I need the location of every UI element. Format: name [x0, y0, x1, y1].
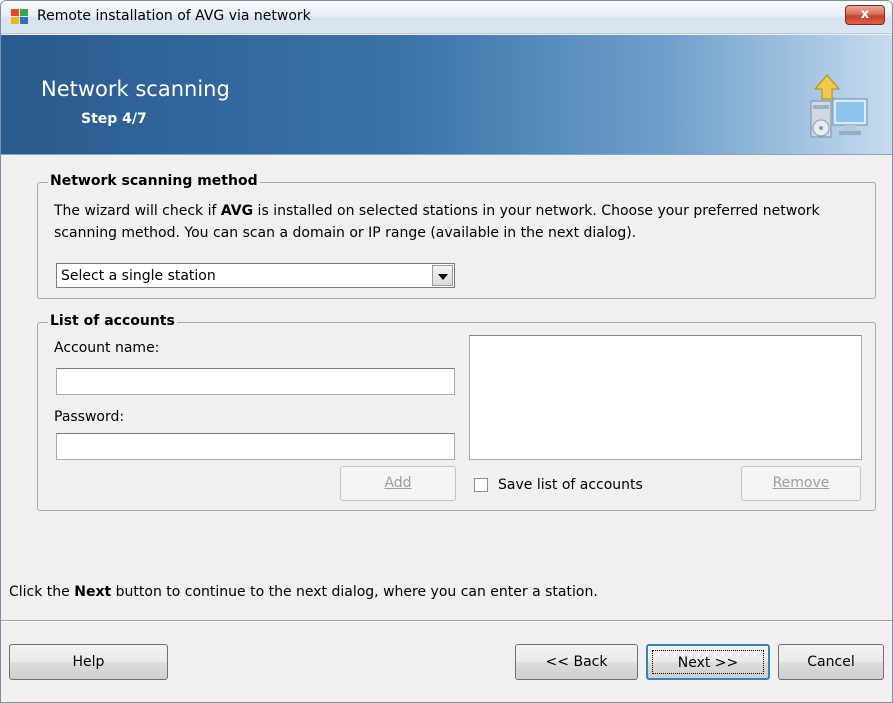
help-button-label: Help [72, 654, 105, 670]
window-title: Remote installation of AVG via network [37, 8, 311, 24]
next-focus-rect: Next >> [652, 650, 764, 674]
scan-method-description: The wizard will check if AVG is installe… [54, 200, 854, 244]
accounts-listbox[interactable] [469, 335, 862, 460]
header-banner: Network scanning Step 4/7 [1, 35, 892, 154]
add-button-label: Add [384, 475, 412, 491]
account-name-label: Account name: [54, 340, 160, 356]
wizard-window: Remote installation of AVG via network x… [0, 0, 893, 703]
computer-install-icon [810, 74, 868, 138]
title-bar[interactable]: Remote installation of AVG via network x [1, 1, 892, 34]
banner-divider [1, 154, 892, 155]
scan-method-selected: Select a single station [61, 268, 216, 284]
accounts-legend: List of accounts [48, 313, 177, 329]
desc-brand: AVG [220, 203, 254, 219]
chevron-down-icon[interactable] [432, 265, 453, 286]
back-button-label: << Back [545, 654, 608, 670]
step-indicator: Step 4/7 [81, 111, 147, 127]
desc-text-1: The wizard will check if [54, 203, 221, 219]
next-hint-text: Click the Next button to continue to the… [9, 584, 598, 600]
account-name-input[interactable] [56, 368, 455, 395]
avg-app-icon [11, 9, 28, 24]
close-button[interactable]: x [845, 5, 885, 25]
hint-keyword: Next [74, 584, 112, 600]
add-account-button[interactable]: Add [340, 466, 456, 501]
footer-divider [1, 620, 892, 622]
password-label: Password: [54, 409, 125, 425]
cancel-button-label: Cancel [807, 654, 855, 670]
next-button-label: Next >> [677, 655, 739, 671]
cancel-button[interactable]: Cancel [778, 644, 884, 680]
next-button[interactable]: Next >> [646, 644, 770, 680]
help-button[interactable]: Help [9, 644, 168, 680]
close-icon: x [860, 7, 870, 22]
page-title: Network scanning [41, 77, 230, 101]
hint-prefix: Click the [9, 584, 75, 600]
hint-suffix: button to continue to the next dialog, w… [111, 584, 598, 600]
remove-account-button[interactable]: Remove [741, 466, 861, 501]
save-list-checkbox[interactable] [474, 478, 488, 492]
scan-method-dropdown[interactable]: Select a single station [56, 263, 455, 288]
save-list-label[interactable]: Save list of accounts [498, 477, 643, 493]
remove-button-label: Remove [772, 475, 830, 491]
scan-method-legend: Network scanning method [48, 173, 260, 189]
password-input[interactable] [56, 433, 455, 460]
back-button[interactable]: << Back [515, 644, 638, 680]
